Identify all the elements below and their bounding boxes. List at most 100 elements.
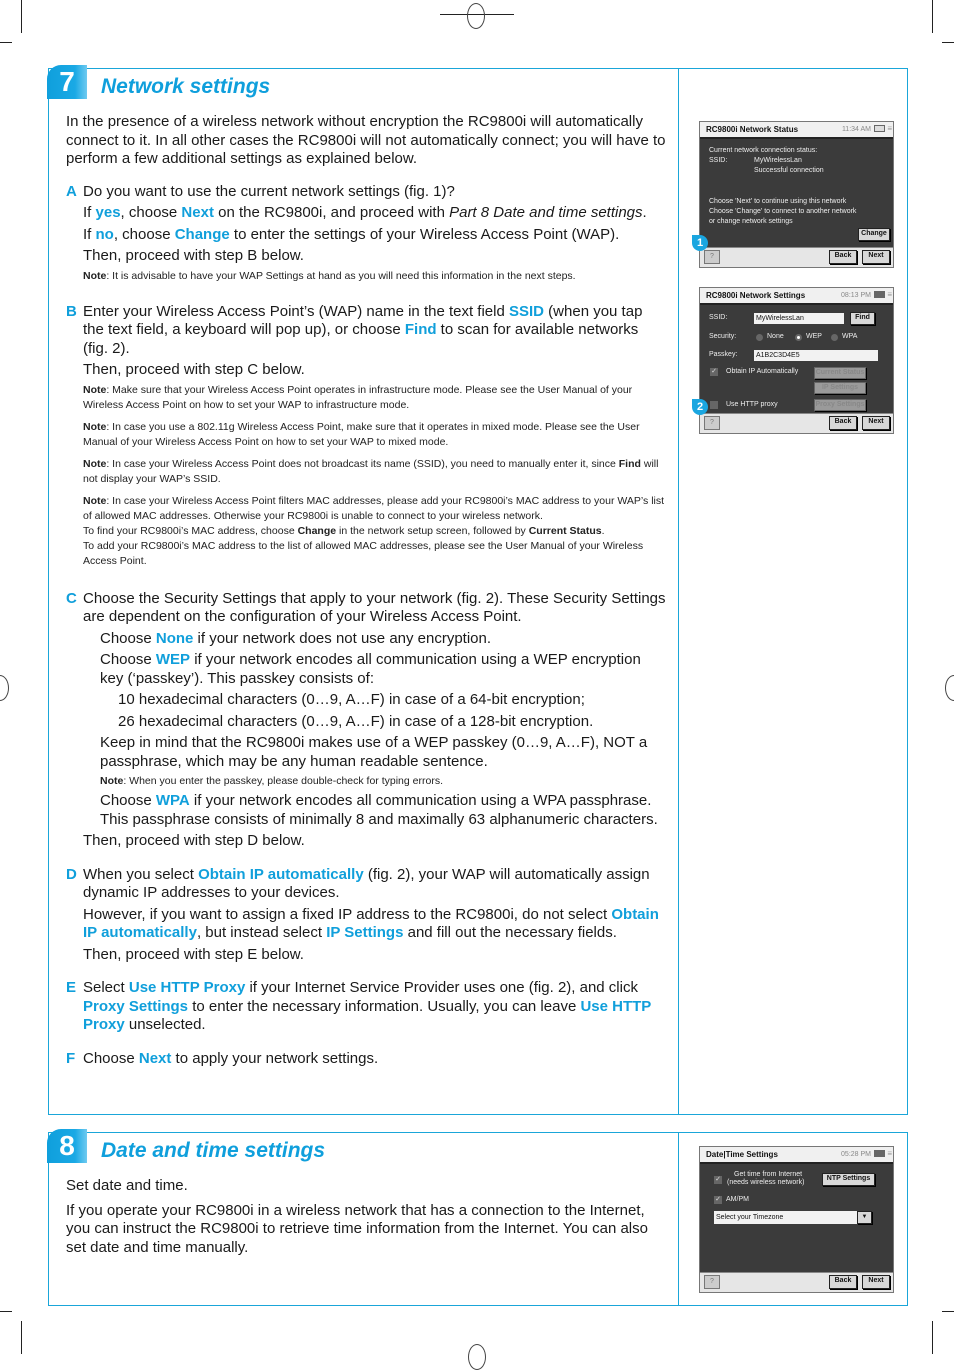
crop-mark [932,1321,933,1354]
find-button[interactable]: Find [850,312,875,325]
step-text: Select Use HTTP Proxy if your Internet S… [83,979,652,1033]
crop-mark [0,1311,12,1312]
paragraph: If you operate your RC9800i in a wireles… [66,1201,648,1256]
help-button[interactable]: ? [704,1275,720,1289]
step-f: F Choose Next to apply your network sett… [66,1050,666,1069]
ampm-checkbox[interactable]: ✓ [714,1196,722,1204]
clock: 08:13 PM [841,292,871,299]
instruction-text: Choose 'Change' to connect to another ne… [709,208,857,215]
registration-mark [468,1344,486,1370]
step-a: A Do you want to use the current network… [66,183,666,284]
note: Note: It is advisable to have your WAP S… [83,269,576,282]
step-text: Do you want to use the current network s… [83,182,455,200]
back-button[interactable]: Back [829,416,857,430]
radio-wpa[interactable] [831,334,838,341]
battery-icon [874,1150,885,1157]
step-text: Choose None if your network does not use… [100,629,492,647]
obtain-ip-checkbox[interactable]: ✓ [710,368,718,376]
section-title: Date and time settings [101,1139,326,1162]
help-button[interactable]: ? [704,250,720,264]
radio-wep[interactable] [795,334,802,341]
radio-label-wep: WEP [806,333,822,340]
back-button[interactable]: Back [829,250,857,264]
crop-mark [21,1321,22,1354]
column-divider [678,69,679,1114]
clock: 11:34 AM [841,126,871,133]
use-proxy-checkbox[interactable] [710,401,718,409]
intro-paragraph: In the presence of a wireless network wi… [66,113,666,167]
timezone-select[interactable]: Select your Timezone [714,1211,860,1224]
device-screen-date-time: Date|Time Settings 05:28 PM ≡ ✓ Get time… [699,1146,894,1293]
screen-body: Current network connection status: SSID:… [700,139,893,249]
connection-status: Successful connection [754,167,824,174]
next-button[interactable]: Next [862,250,890,264]
step-text: Enter your Wireless Access Point’s (WAP)… [83,302,643,357]
step-c: C Choose the Security Settings that appl… [66,590,666,851]
screen-footer: ? Back Next [700,413,893,433]
security-label: Security: [709,333,737,340]
note: Note: In case you use a 802.11g Wireless… [83,420,640,448]
note: Note: In case your Wireless Access Point… [83,494,665,567]
screen-title: Date|Time Settings [706,1150,778,1159]
instruction-text: Choose 'Next' to continue using this net… [709,198,847,205]
back-button[interactable]: Back [829,1275,857,1289]
crop-mark [942,1311,954,1312]
section-body: In the presence of a wireless network wi… [66,113,666,1068]
battery-icon [874,125,885,132]
step-text: 26 hexadecimal characters (0…9, A…F) in … [118,712,594,730]
screen-title-bar: RC9800i Network Settings 08:13 PM ≡ [700,288,893,305]
ip-settings-button[interactable]: IP Settings [814,382,866,394]
proxy-settings-button[interactable]: Proxy Settings [814,399,866,411]
column-divider [678,1133,679,1305]
step-text: If no, choose Change to enter the settin… [83,225,620,243]
ntp-settings-button[interactable]: NTP Settings [822,1173,875,1186]
crop-mark [0,42,12,43]
step-b: B Enter your Wireless Access Point’s (WA… [66,303,666,569]
obtain-ip-label: Obtain IP Automatically [726,368,799,375]
next-button[interactable]: Next [862,1275,890,1289]
passkey-label: Passkey: [709,351,738,358]
clock: 05:28 PM [841,1151,871,1158]
device-screen-network-settings: RC9800i Network Settings 08:13 PM ≡ SSID… [699,287,894,434]
dropdown-arrow-icon[interactable]: ▼ [857,1211,872,1224]
section-body: Set date and time. If you operate your R… [66,1177,666,1257]
step-text: Choose WPA if your network encodes all c… [100,792,658,828]
radio-label-wpa: WPA [842,333,858,340]
step-text: Then, proceed with step C below. [83,361,305,378]
use-proxy-label: Use HTTP proxy [726,401,778,408]
step-text: When you select Obtain IP automatically … [83,865,650,902]
step-letter: E [66,979,77,996]
radio-none[interactable] [756,334,763,341]
note: Note: Make sure that your Wireless Acces… [83,383,633,411]
current-status-button[interactable]: Current Status [814,367,866,379]
crop-mark [942,42,954,43]
screen-title: RC9800i Network Status [706,125,799,134]
screen-body: ✓ Get time from Internet (needs wireless… [700,1164,893,1274]
help-button[interactable]: ? [704,416,720,430]
get-time-checkbox[interactable]: ✓ [714,1176,722,1184]
step-letter: A [66,182,77,200]
passkey-input[interactable]: A1B2C3D4E5 [754,350,878,361]
menu-icon: ≡ [887,290,892,299]
screen-title-bar: Date|Time Settings 05:28 PM ≡ [700,1147,893,1164]
change-button[interactable]: Change [858,228,890,241]
step-text: 10 hexadecimal characters (0…9, A…F) in … [118,691,585,708]
step-text: Keep in mind that the RC9800i makes use … [100,734,648,770]
ampm-label: AM/PM [726,1196,749,1203]
device-screen-network-status: RC9800i Network Status 11:34 AM ≡ Curren… [699,121,894,268]
next-button[interactable]: Next [862,416,890,430]
ssid-input[interactable]: MyWirelessLan [754,313,844,324]
step-text: Choose the Security Settings that apply … [83,589,666,626]
step-text: However, if you want to assign a fixed I… [83,905,659,942]
registration-mark [945,675,954,701]
step-text: If yes, choose Next on the RC9800i, and … [83,204,647,221]
step-letter: B [66,302,77,320]
radio-label-none: None [767,333,784,340]
battery-icon [874,291,885,298]
ssid-value: MyWirelessLan [754,157,802,164]
screen-title: RC9800i Network Settings [706,291,806,300]
figure-number-badge: 2 [692,399,708,415]
note: Note: When you enter the passkey, please… [100,775,443,787]
step-letter: D [66,865,77,883]
menu-icon: ≡ [887,1149,892,1158]
